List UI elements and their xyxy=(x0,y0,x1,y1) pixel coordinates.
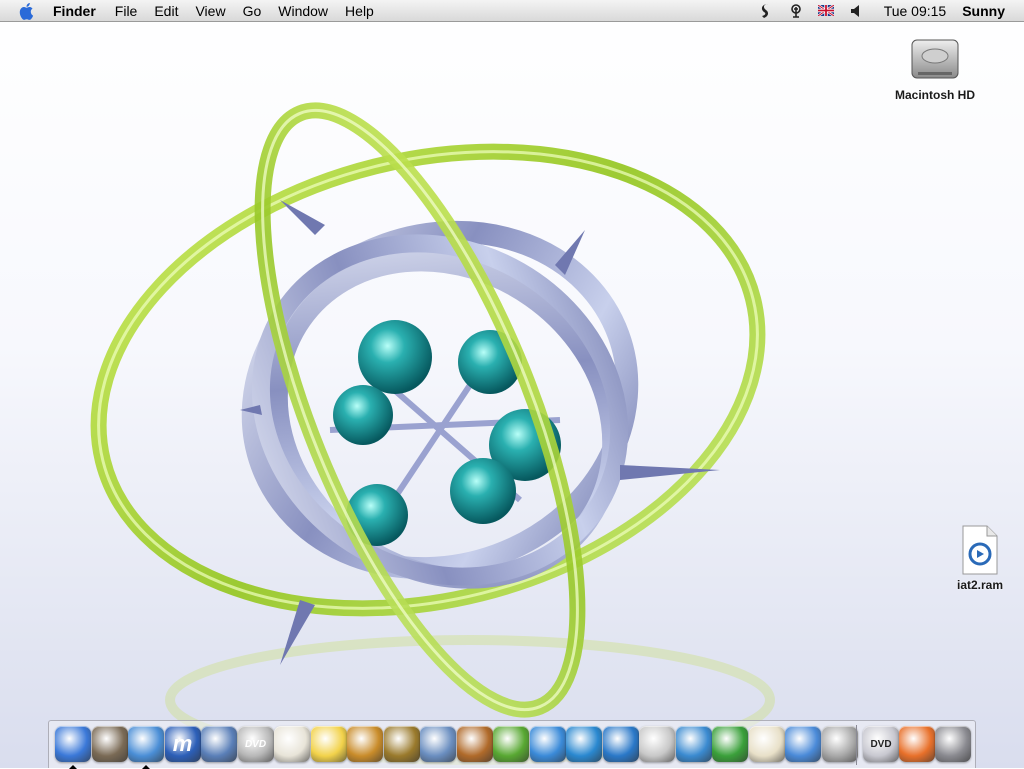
realplayer-icon[interactable] xyxy=(566,726,602,762)
dock-separator xyxy=(856,725,857,765)
m-app-icon[interactable]: m xyxy=(164,726,201,762)
preview-icon[interactable] xyxy=(201,726,237,762)
garageband-icon[interactable] xyxy=(456,726,493,762)
ichat-icon[interactable] xyxy=(602,726,639,762)
dvd-disc-glyph: DVD xyxy=(870,738,892,750)
running-indicator xyxy=(142,765,150,769)
dvd-disc-icon[interactable]: DVD xyxy=(863,726,899,762)
desktop-icon-label: Macintosh HD xyxy=(894,88,975,102)
trash-icon[interactable] xyxy=(935,726,971,762)
uk-flag-icon[interactable] xyxy=(816,3,836,19)
desktop-icon-iat2-ram[interactable]: iat2.ram xyxy=(925,524,1024,592)
desktop-icon-label: iat2.ram xyxy=(956,578,1004,592)
notepad-icon[interactable] xyxy=(347,726,383,762)
address-book-icon[interactable] xyxy=(748,726,785,762)
dvd-player-icon[interactable]: DVD xyxy=(237,726,274,762)
menu-bar: Finder File Edit View Go Window Help Tue… xyxy=(0,0,1024,22)
app-menu-finder[interactable]: Finder xyxy=(53,3,96,19)
firefox-icon[interactable] xyxy=(899,726,935,762)
system-prefs-icon[interactable] xyxy=(821,726,858,762)
hard-disk-icon xyxy=(908,32,962,86)
stickies-icon[interactable] xyxy=(310,726,347,762)
xcode-icon[interactable] xyxy=(420,726,456,762)
menu-file[interactable]: File xyxy=(115,3,138,19)
font-book-icon[interactable] xyxy=(639,726,675,762)
desktop-wallpaper xyxy=(90,102,775,765)
safari-icon[interactable] xyxy=(128,726,164,762)
dock: m DVD DVD xyxy=(48,720,976,769)
alias-app-icon[interactable] xyxy=(785,726,821,762)
menu-view[interactable]: View xyxy=(195,3,225,19)
script-icon[interactable] xyxy=(756,3,776,19)
bluetooth-icon[interactable] xyxy=(786,3,806,19)
menu-clock[interactable]: Tue 09:15 xyxy=(884,3,947,19)
menu-window[interactable]: Window xyxy=(278,3,328,19)
apple-menu-icon[interactable] xyxy=(19,2,35,20)
sherlock-icon[interactable] xyxy=(91,726,128,762)
itunes-icon[interactable] xyxy=(493,726,529,762)
m-app-glyph: m xyxy=(172,731,193,756)
menu-extras: Tue 09:15 Sunny xyxy=(756,0,1024,21)
volume-icon[interactable] xyxy=(846,3,866,19)
dvd-player-glyph: DVD xyxy=(244,738,267,750)
camino-icon[interactable] xyxy=(383,726,420,762)
desktop-icon-macintosh-hd[interactable]: Macintosh HD xyxy=(880,32,990,102)
msn-messenger-icon[interactable] xyxy=(675,726,712,762)
menu-go[interactable]: Go xyxy=(243,3,262,19)
textedit-icon[interactable] xyxy=(274,726,310,762)
finder-icon[interactable] xyxy=(55,726,91,762)
quicktime-icon[interactable] xyxy=(529,726,566,762)
running-indicator xyxy=(69,765,77,769)
adium-icon[interactable] xyxy=(712,726,748,762)
realmedia-file-icon xyxy=(959,524,1001,576)
menu-edit[interactable]: Edit xyxy=(154,3,178,19)
user-menu[interactable]: Sunny xyxy=(962,3,1005,19)
menu-help[interactable]: Help xyxy=(345,3,374,19)
